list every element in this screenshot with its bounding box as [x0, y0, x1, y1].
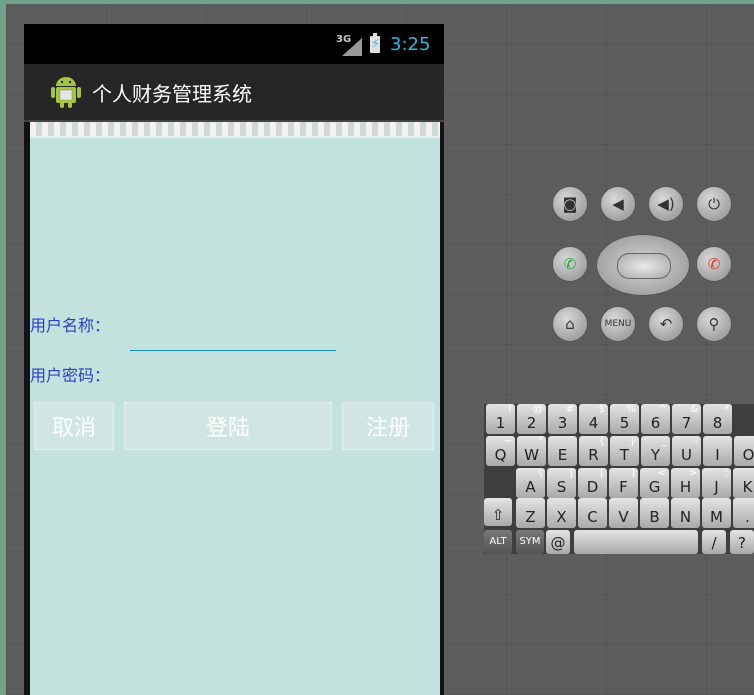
- key-d[interactable]: D[: [578, 468, 607, 498]
- key-z[interactable]: Z: [516, 498, 545, 528]
- cancel-button[interactable]: 取消: [34, 402, 114, 450]
- key-t[interactable]: T}: [610, 436, 639, 466]
- search-button[interactable]: ⚲: [696, 306, 732, 342]
- key-m[interactable]: M: [702, 498, 731, 528]
- lace-border: [30, 122, 440, 138]
- device-screen: 3G ⚡ 3:25 个人财务管理系统 用户名称： 用户密码： 取消 登陆 注册: [24, 24, 444, 695]
- status-bar: 3G ⚡ 3:25: [24, 24, 444, 64]
- key-6[interactable]: 6 ^: [641, 404, 670, 434]
- camera-button[interactable]: ◙: [552, 186, 588, 222]
- key-j[interactable]: J;: [702, 468, 731, 498]
- key-.[interactable]: .: [733, 498, 754, 528]
- battery-icon: ⚡: [370, 33, 381, 53]
- at-key[interactable]: @: [546, 530, 570, 554]
- power-button[interactable]: ⏻: [696, 186, 732, 222]
- dpad[interactable]: [596, 234, 690, 296]
- login-content: 用户名称： 用户密码： 取消 登陆 注册: [30, 122, 440, 695]
- volume-up-button[interactable]: ◀): [648, 186, 684, 222]
- key-k[interactable]: K: [733, 468, 754, 498]
- key-8[interactable]: 8 *: [703, 404, 732, 434]
- volume-down-button[interactable]: ◀: [600, 186, 636, 222]
- username-field[interactable]: [130, 328, 336, 351]
- shift-key[interactable]: ⇧: [484, 498, 512, 526]
- home-button[interactable]: ⌂: [552, 306, 588, 342]
- key-b[interactable]: B: [640, 498, 669, 528]
- title-bar: 个人财务管理系统: [24, 64, 444, 122]
- key-i[interactable]: I: [703, 436, 732, 466]
- hardware-keyboard: ALT SYM @ / ? ⇧ 1! 2 @3 #4 $5% 6 ^ 7 & 8 * Q ~ W " E ` R{…: [484, 404, 754, 554]
- key-5[interactable]: 5%: [610, 404, 639, 434]
- question-key[interactable]: ?: [730, 530, 754, 554]
- status-time: 3:25: [390, 34, 431, 55]
- android-app-icon: [51, 77, 81, 108]
- password-field[interactable]: [130, 378, 336, 400]
- key-o[interactable]: O: [734, 436, 754, 466]
- key-y[interactable]: Y _: [641, 436, 670, 466]
- key-2[interactable]: 2 @: [517, 404, 546, 434]
- call-button[interactable]: ✆: [552, 246, 588, 282]
- dpad-center[interactable]: [617, 253, 671, 279]
- key-s[interactable]: S |: [547, 468, 576, 498]
- login-button[interactable]: 登陆: [124, 402, 332, 450]
- app-title: 个人财务管理系统: [92, 82, 252, 106]
- alt-key[interactable]: ALT: [484, 530, 512, 554]
- key-g[interactable]: G <: [640, 468, 669, 498]
- key-v[interactable]: V: [609, 498, 638, 528]
- back-button[interactable]: ↶: [648, 306, 684, 342]
- sym-key[interactable]: SYM: [516, 530, 544, 554]
- key-u[interactable]: U-: [672, 436, 701, 466]
- key-x[interactable]: X: [547, 498, 576, 528]
- key-w[interactable]: W ": [517, 436, 546, 466]
- key-c[interactable]: C: [578, 498, 607, 528]
- slash-key[interactable]: /: [702, 530, 726, 554]
- key-q[interactable]: Q ~: [486, 436, 515, 466]
- key-1[interactable]: 1!: [486, 404, 515, 434]
- key-r[interactable]: R{: [579, 436, 608, 466]
- key-h[interactable]: H >: [671, 468, 700, 498]
- key-f[interactable]: F]: [609, 468, 638, 498]
- key-a[interactable]: A \: [516, 468, 545, 498]
- key-4[interactable]: 4 $: [579, 404, 608, 434]
- signal-icon: [342, 38, 362, 56]
- key-7[interactable]: 7 &: [672, 404, 701, 434]
- register-button[interactable]: 注册: [342, 402, 434, 450]
- password-label: 用户密码：: [30, 366, 111, 385]
- key-3[interactable]: 3 #: [548, 404, 577, 434]
- end-call-button[interactable]: ✆: [696, 246, 732, 282]
- menu-button[interactable]: MENU: [600, 306, 636, 342]
- username-label: 用户名称：: [30, 316, 111, 335]
- space-key[interactable]: [574, 530, 698, 554]
- key-e[interactable]: E `: [548, 436, 577, 466]
- key-n[interactable]: N: [671, 498, 700, 528]
